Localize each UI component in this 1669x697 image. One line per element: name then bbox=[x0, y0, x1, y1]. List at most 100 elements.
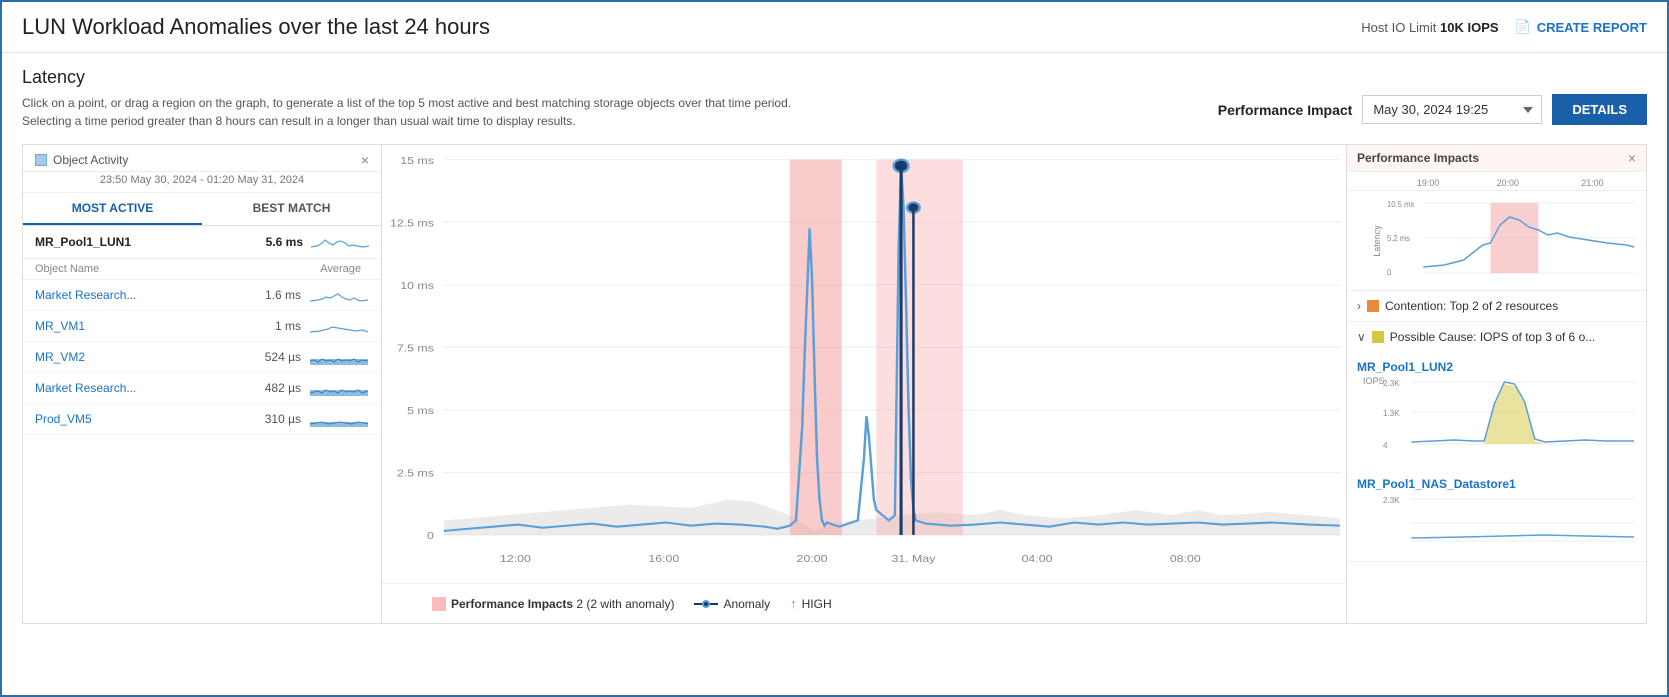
top-item-sparkline bbox=[311, 232, 369, 252]
row-sparkline bbox=[309, 409, 369, 429]
row-sparkline bbox=[309, 285, 369, 305]
svg-text:2.3K: 2.3K bbox=[1383, 496, 1400, 505]
timeline-svg: 19:00 20:00 21:00 bbox=[1397, 174, 1636, 190]
contention-header[interactable]: › Contention: Top 2 of 2 resources bbox=[1347, 291, 1646, 321]
svg-text:10 ms: 10 ms bbox=[400, 281, 434, 292]
mini-latency-svg: 10.5 ms 5.2 ms 0 bbox=[1387, 195, 1636, 283]
iops-y-label: IOPS bbox=[1363, 376, 1385, 386]
row-name[interactable]: Market Research... bbox=[35, 381, 241, 395]
possible-cause-label: Possible Cause: IOPS of top 3 of 6 o... bbox=[1390, 330, 1595, 344]
right-panel-header: Performance Impacts × bbox=[1347, 145, 1646, 172]
details-button[interactable]: DETAILS bbox=[1552, 94, 1647, 125]
list-item: Prod_VM5 310 µs bbox=[23, 404, 381, 435]
perf-impacts-title: Performance Impacts bbox=[1357, 151, 1479, 165]
svg-text:4: 4 bbox=[1383, 441, 1388, 450]
right-mini-chart: Latency 10.5 ms 5.2 ms 0 bbox=[1347, 191, 1646, 291]
legend-perf-impacts: Performance Impacts 2 (2 with anomaly) bbox=[432, 597, 674, 611]
lun2-title[interactable]: MR_Pool1_LUN2 bbox=[1357, 356, 1636, 376]
svg-text:7.5 ms: 7.5 ms bbox=[397, 343, 434, 354]
svg-text:0: 0 bbox=[427, 531, 434, 542]
svg-text:15 ms: 15 ms bbox=[400, 156, 434, 167]
contention-section: › Contention: Top 2 of 2 resources bbox=[1347, 291, 1646, 322]
expand-icon: › bbox=[1357, 299, 1361, 313]
svg-text:04:00: 04:00 bbox=[1022, 554, 1053, 565]
main-chart[interactable]: 15 ms 12.5 ms 10 ms 7.5 ms 5 ms 2.5 ms 0 bbox=[382, 144, 1347, 624]
header-right: Host IO Limit 10K IOPS 📄 CREATE REPORT bbox=[1361, 19, 1647, 35]
row-sparkline bbox=[309, 378, 369, 398]
create-report-button[interactable]: 📄 CREATE REPORT bbox=[1515, 19, 1647, 35]
row-value: 1 ms bbox=[241, 319, 301, 333]
possible-cause-icon bbox=[1372, 331, 1384, 343]
right-panel: Performance Impacts × 19:00 20:00 21:00 … bbox=[1347, 144, 1647, 624]
list-item: MR_VM1 1 ms bbox=[23, 311, 381, 342]
svg-text:2.5 ms: 2.5 ms bbox=[397, 468, 434, 479]
possible-cause-section: ∨ Possible Cause: IOPS of top 3 of 6 o..… bbox=[1347, 322, 1646, 562]
row-value: 482 µs bbox=[241, 381, 301, 395]
svg-text:20:00: 20:00 bbox=[1497, 178, 1519, 188]
nas-title[interactable]: MR_Pool1_NAS_Datastore1 bbox=[1357, 473, 1636, 493]
nas-subsection: MR_Pool1_NAS_Datastore1 2.3K bbox=[1347, 469, 1646, 561]
nas-iops-svg: 2.3K bbox=[1383, 493, 1636, 548]
row-value: 524 µs bbox=[241, 350, 301, 364]
col-header-row: Object Name Average bbox=[23, 259, 381, 280]
chart-legend: Performance Impacts 2 (2 with anomaly) A… bbox=[382, 583, 1346, 623]
nas-iops-chart: 2.3K bbox=[1357, 493, 1636, 553]
contention-label: Contention: Top 2 of 2 resources bbox=[1385, 299, 1558, 313]
legend-anomaly: Anomaly bbox=[694, 597, 770, 611]
row-name[interactable]: Market Research... bbox=[35, 288, 241, 302]
svg-text:21:00: 21:00 bbox=[1581, 178, 1603, 188]
svg-text:19:00: 19:00 bbox=[1417, 178, 1439, 188]
svg-text:12:00: 12:00 bbox=[500, 554, 531, 565]
tab-best-match[interactable]: BEST MATCH bbox=[202, 193, 381, 225]
arrow-up-icon: ↑ bbox=[790, 596, 797, 611]
svg-text:12.5 ms: 12.5 ms bbox=[390, 218, 434, 229]
row-name[interactable]: MR_VM2 bbox=[35, 350, 241, 364]
svg-text:16:00: 16:00 bbox=[648, 554, 679, 565]
content-area: Latency Click on a point, or drag a regi… bbox=[2, 53, 1667, 624]
obj-activity-close[interactable]: × bbox=[361, 153, 369, 167]
create-report-icon: 📄 bbox=[1515, 19, 1531, 35]
anomaly-dot-legend bbox=[702, 600, 710, 608]
svg-text:08:00: 08:00 bbox=[1170, 554, 1201, 565]
section-description: Click on a point, or drag a region on th… bbox=[22, 94, 791, 130]
obj-activity-icon bbox=[35, 154, 47, 166]
tab-most-active[interactable]: MOST ACTIVE bbox=[23, 193, 202, 225]
top-item-value: 5.6 ms bbox=[243, 235, 303, 249]
obj-activity-header: Object Activity × bbox=[23, 145, 381, 172]
lun2-iops-chart: IOPS 2.3K 1.3K 4 bbox=[1357, 376, 1636, 461]
main-layout: Object Activity × 23:50 May 30, 2024 - 0… bbox=[22, 144, 1647, 624]
row-sparkline bbox=[309, 316, 369, 336]
svg-text:5 ms: 5 ms bbox=[407, 406, 434, 417]
row-name[interactable]: Prod_VM5 bbox=[35, 412, 241, 426]
svg-text:20:00: 20:00 bbox=[797, 554, 828, 565]
obj-activity-label: Object Activity bbox=[35, 153, 128, 167]
perf-impact-label: Performance Impact bbox=[1218, 102, 1353, 118]
svg-text:1.3K: 1.3K bbox=[1383, 409, 1400, 418]
svg-text:2.3K: 2.3K bbox=[1383, 379, 1400, 388]
list-item: Market Research... 482 µs bbox=[23, 373, 381, 404]
legend-severity: ↑ HIGH bbox=[790, 596, 832, 611]
lun2-subsection: MR_Pool1_LUN2 IOPS 2.3K 1.3K 4 bbox=[1347, 352, 1646, 469]
page-title: LUN Workload Anomalies over the last 24 … bbox=[22, 14, 490, 40]
row-sparkline bbox=[309, 347, 369, 367]
collapse-icon: ∨ bbox=[1357, 330, 1366, 344]
list-item: Market Research... 1.6 ms bbox=[23, 280, 381, 311]
object-activity-panel: Object Activity × 23:50 May 30, 2024 - 0… bbox=[22, 144, 382, 624]
perf-impact-controls: Performance Impact May 30, 2024 19:25 DE… bbox=[1218, 94, 1647, 125]
host-io-info: Host IO Limit 10K IOPS bbox=[1361, 20, 1498, 35]
svg-text:0: 0 bbox=[1387, 268, 1392, 277]
legend-pink-box bbox=[432, 597, 446, 611]
timeline-labels: 19:00 20:00 21:00 bbox=[1347, 172, 1646, 191]
svg-text:31. May: 31. May bbox=[891, 554, 935, 565]
perf-date-select[interactable]: May 30, 2024 19:25 bbox=[1362, 95, 1542, 124]
row-name[interactable]: MR_VM1 bbox=[35, 319, 241, 333]
top-item-row: MR_Pool1_LUN1 5.6 ms bbox=[23, 226, 381, 259]
right-panel-scroll[interactable]: › Contention: Top 2 of 2 resources ∨ Pos… bbox=[1347, 291, 1646, 623]
svg-text:10.5 ms: 10.5 ms bbox=[1387, 200, 1414, 209]
right-panel-close[interactable]: × bbox=[1628, 151, 1636, 165]
row-value: 310 µs bbox=[241, 412, 301, 426]
svg-text:5.2 ms: 5.2 ms bbox=[1387, 234, 1410, 243]
tabs-container: MOST ACTIVE BEST MATCH bbox=[23, 193, 381, 226]
possible-cause-header[interactable]: ∨ Possible Cause: IOPS of top 3 of 6 o..… bbox=[1347, 322, 1646, 352]
latency-section-title: Latency bbox=[22, 67, 1647, 88]
